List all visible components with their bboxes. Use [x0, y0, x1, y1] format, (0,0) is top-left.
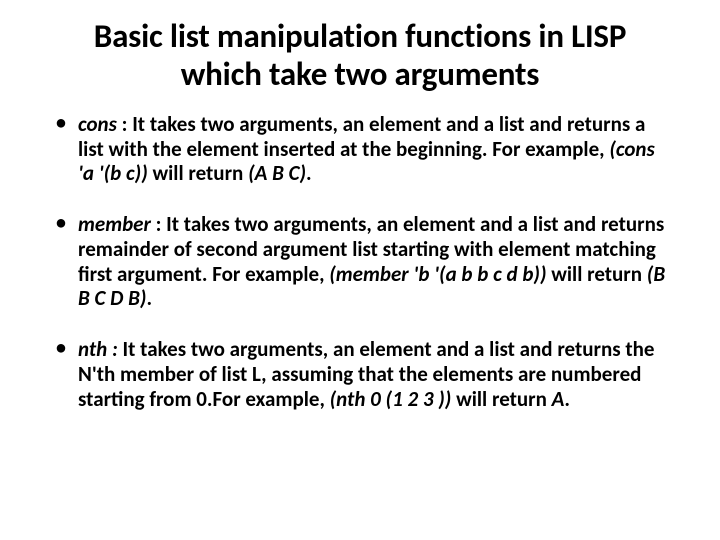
function-name: cons — [78, 111, 117, 137]
example-result: (A B C) — [248, 160, 306, 186]
example-result: A — [552, 386, 565, 412]
list-item: nth : It takes two arguments, an element… — [50, 337, 670, 411]
tail-text: . — [564, 386, 570, 412]
separator: : — [117, 111, 132, 137]
function-name: nth : — [78, 336, 118, 362]
mid-text: will return — [148, 160, 248, 186]
slide-title: Basic list manipulation functions in LIS… — [50, 18, 670, 94]
function-name: member — [78, 211, 151, 237]
list-item: member : It takes two arguments, an elem… — [50, 212, 670, 311]
description-text: It takes two arguments, an element and a… — [78, 111, 645, 162]
mid-text: will return — [546, 261, 646, 287]
separator: : — [151, 211, 166, 237]
tail-text: . — [306, 160, 312, 186]
example-code: (nth 0 (1 2 3 )) — [330, 386, 452, 412]
example-code: (member 'b '(a b b c d b)) — [329, 261, 546, 287]
bullet-list: cons : It takes two arguments, an elemen… — [50, 112, 670, 412]
mid-text: will return — [451, 386, 551, 412]
list-item: cons : It takes two arguments, an elemen… — [50, 112, 670, 186]
tail-text: . — [146, 285, 152, 311]
slide: Basic list manipulation functions in LIS… — [0, 0, 720, 540]
